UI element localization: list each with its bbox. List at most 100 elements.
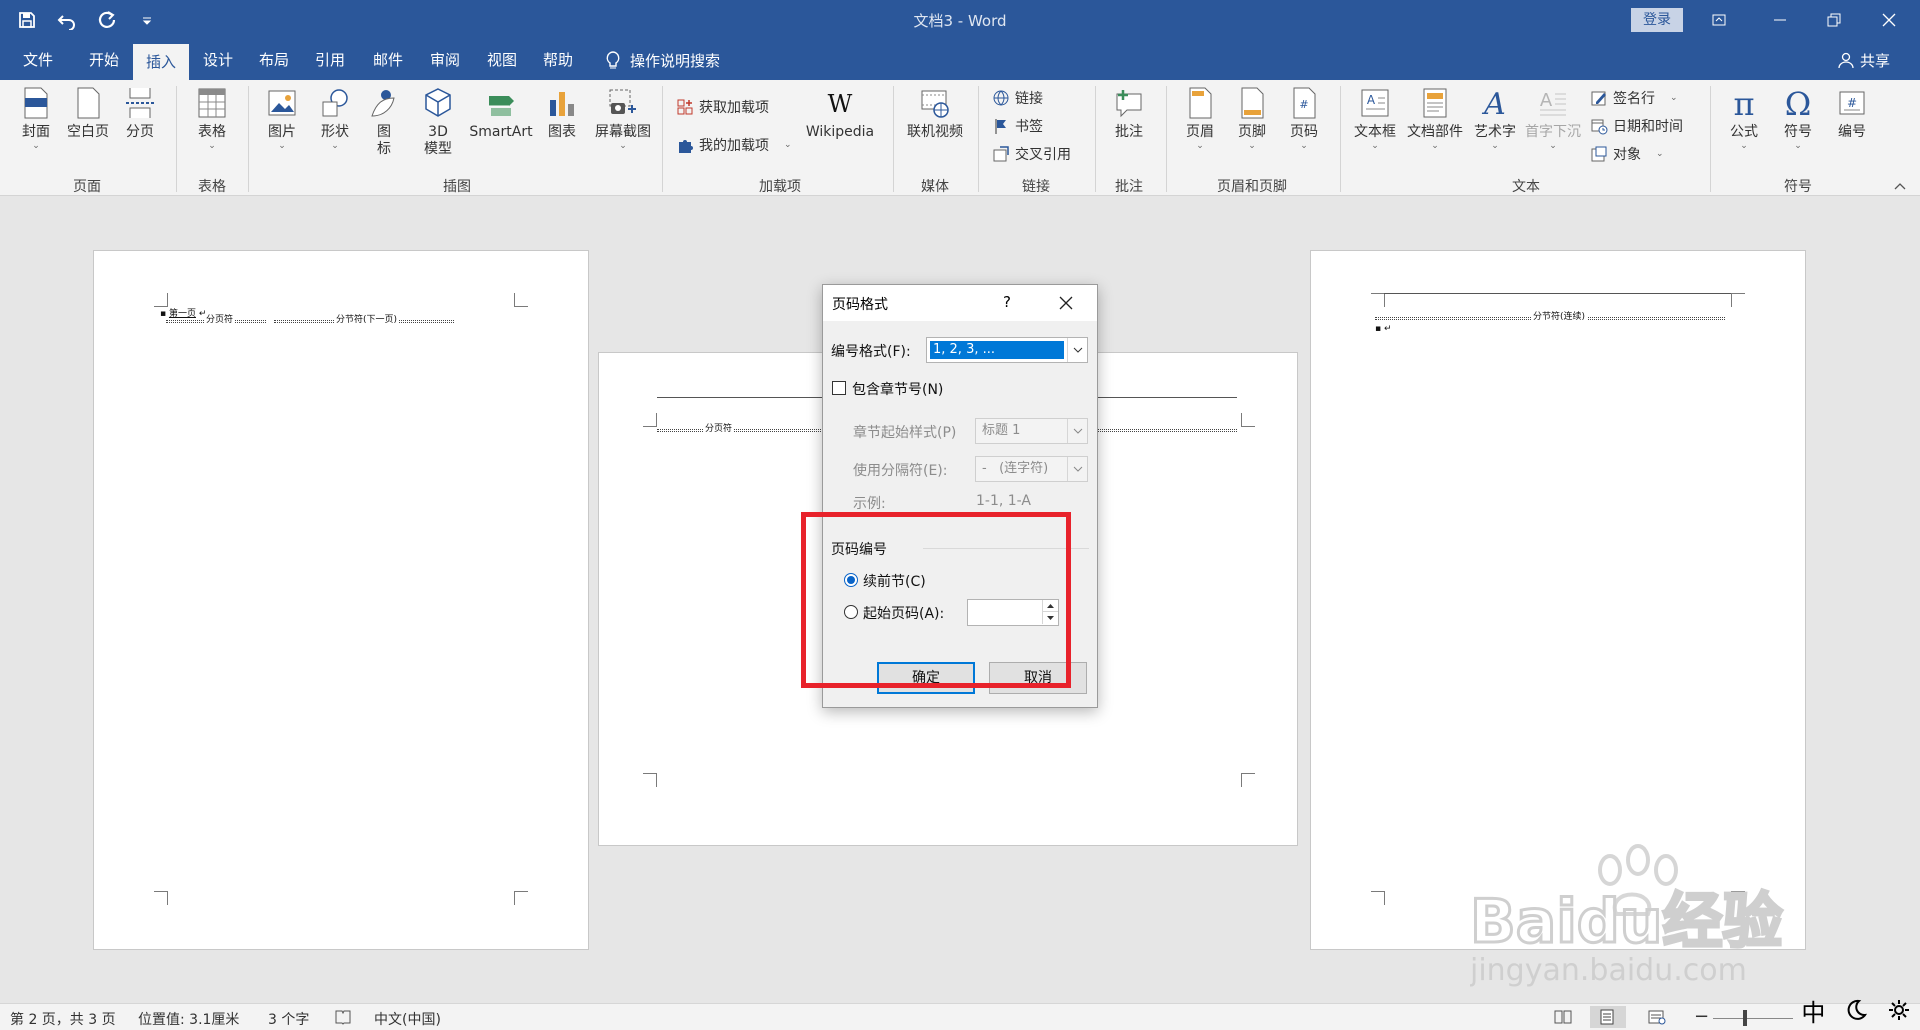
vertical-position-status[interactable]: 位置值: 3.1厘米 xyxy=(138,1009,239,1029)
gear-icon[interactable] xyxy=(1887,998,1911,1022)
header-button[interactable]: 页眉 ⌄ xyxy=(1180,84,1220,151)
tab-mailings[interactable]: 邮件 xyxy=(360,40,416,80)
wordart-label: 艺术字 xyxy=(1474,124,1516,140)
symbol-label: 符号 xyxy=(1784,124,1812,140)
footer-icon xyxy=(1234,84,1270,122)
example-value: 1-1, 1-A xyxy=(976,493,1031,509)
wikipedia-button[interactable]: W Wikipedia xyxy=(800,84,880,141)
tell-me-search[interactable]: 操作说明搜索 xyxy=(604,40,720,80)
page-number-button[interactable]: # 页码 ⌄ xyxy=(1284,84,1324,151)
chevron-down-icon xyxy=(1067,457,1087,481)
proofing-book-icon[interactable] xyxy=(334,1009,352,1025)
quick-parts-button[interactable]: 文档部件 ⌄ xyxy=(1404,84,1466,151)
language-status[interactable]: 中文(中国) xyxy=(374,1009,441,1029)
tab-file[interactable]: 文件 xyxy=(8,40,68,80)
include-chapter-checkbox[interactable] xyxy=(832,381,846,395)
3d-model-label: 3D 模型 xyxy=(424,124,452,157)
tab-references[interactable]: 引用 xyxy=(302,40,358,80)
object-button[interactable]: 对象 ⌄ xyxy=(1590,143,1664,165)
tab-review[interactable]: 审阅 xyxy=(417,40,473,80)
ribbon-display-options-icon[interactable] xyxy=(1696,4,1742,36)
share-button[interactable]: 共享 xyxy=(1838,40,1890,80)
ime-mode-label[interactable]: 中 xyxy=(1801,993,1825,1028)
textbox-icon: A xyxy=(1357,84,1393,122)
close-icon[interactable] xyxy=(1866,4,1912,36)
smartart-button[interactable]: SmartArt xyxy=(466,84,536,141)
page-number-label: 页码 xyxy=(1290,124,1318,140)
page-break-button[interactable]: 分页 xyxy=(120,84,160,141)
textbox-button[interactable]: A 文本框 ⌄ xyxy=(1350,84,1400,151)
icons-label: 图 标 xyxy=(377,124,391,157)
signature-line-label: 签名行 xyxy=(1613,91,1655,107)
moon-icon[interactable] xyxy=(1844,998,1868,1022)
my-addins-button[interactable]: 我的加载项 ⌄ xyxy=(676,134,792,156)
read-mode-icon[interactable] xyxy=(1554,1009,1572,1025)
header-label: 页眉 xyxy=(1186,124,1214,140)
tab-layout[interactable]: 布局 xyxy=(246,40,302,80)
symbol-button[interactable]: Ω 符号 ⌄ xyxy=(1776,84,1820,151)
web-layout-icon[interactable] xyxy=(1648,1009,1666,1025)
tab-insert[interactable]: 插入 xyxy=(133,44,189,80)
blank-page-icon xyxy=(70,84,106,122)
wordart-button[interactable]: A 艺术字 ⌄ xyxy=(1470,84,1520,151)
icons-button[interactable]: 图 标 xyxy=(368,84,400,158)
zoom-out-icon[interactable]: − xyxy=(1694,1006,1709,1027)
new-comment-button[interactable]: 批注 xyxy=(1104,84,1154,141)
tab-design[interactable]: 设计 xyxy=(190,40,246,80)
page1-section-break: 分节符(下一页) xyxy=(334,315,400,326)
chapter-style-label: 章节起始样式(P) xyxy=(853,425,957,441)
ime-toolbar: 中 xyxy=(1792,990,1920,1030)
bookmark-button[interactable]: 书签 xyxy=(992,115,1043,137)
document-page-1[interactable]: ▪ 第一页 ↵ 分页符 分节符(下一页) xyxy=(93,250,589,950)
number-format-select[interactable]: 1, 2, 3, ... xyxy=(926,337,1088,363)
group-label-header-footer: 页眉和页脚 xyxy=(1217,179,1287,195)
wordart-icon: A xyxy=(1477,84,1513,122)
tell-me-label: 操作说明搜索 xyxy=(630,51,721,70)
minimize-icon[interactable] xyxy=(1757,4,1803,36)
restore-icon[interactable] xyxy=(1811,4,1857,36)
dialog-help-button[interactable]: ? xyxy=(1003,293,1011,311)
chart-button[interactable]: 图表 xyxy=(542,84,582,141)
online-video-button[interactable]: 联机视频 xyxy=(902,84,968,141)
collapse-ribbon-icon[interactable] xyxy=(1893,180,1907,192)
print-layout-icon[interactable] xyxy=(1598,1009,1616,1025)
group-label-media: 媒体 xyxy=(921,179,949,195)
svg-text:#: # xyxy=(1847,96,1857,110)
word-count-status[interactable]: 3 个字 xyxy=(268,1009,309,1029)
zoom-slider-thumb[interactable] xyxy=(1743,1010,1747,1026)
shapes-button[interactable]: 形状 ⌄ xyxy=(313,84,357,151)
date-time-button[interactable]: 日期和时间 xyxy=(1590,115,1683,137)
picture-button[interactable]: 图片 ⌄ xyxy=(262,84,302,151)
tab-help[interactable]: 帮助 xyxy=(530,40,586,80)
link-button[interactable]: 链接 xyxy=(992,87,1043,109)
chevron-down-icon xyxy=(1067,419,1087,443)
separator-label: 使用分隔符(E): xyxy=(853,463,948,479)
drop-cap-button[interactable]: A 首字下沉 ⌄ xyxy=(1522,84,1584,151)
chapter-style-select[interactable]: 标题 1 xyxy=(975,418,1088,444)
signature-line-button[interactable]: 签名行 ⌄ xyxy=(1590,87,1678,109)
svg-text:A: A xyxy=(1481,87,1506,120)
dialog-title-bar: 页码格式 ? xyxy=(823,285,1097,321)
get-addins-button[interactable]: 获取加载项 xyxy=(676,96,769,118)
document-page-3[interactable]: 分节符(连续) ▪ ↵ xyxy=(1310,250,1806,950)
group-label-pages: 页面 xyxy=(73,179,101,195)
zoom-slider-track[interactable] xyxy=(1713,1018,1793,1019)
blank-page-button[interactable]: 空白页 xyxy=(64,84,112,141)
cover-page-button[interactable]: 封面 ⌄ xyxy=(16,84,56,151)
separator-select[interactable]: - (连字符) xyxy=(975,456,1088,482)
table-button[interactable]: 表格 ⌄ xyxy=(190,84,234,151)
footer-button[interactable]: 页脚 ⌄ xyxy=(1232,84,1272,151)
dialog-close-icon[interactable] xyxy=(1059,296,1073,310)
cross-reference-button[interactable]: 交叉引用 xyxy=(992,143,1071,165)
tab-view[interactable]: 视图 xyxy=(474,40,530,80)
3d-model-button[interactable]: 3D 模型 xyxy=(418,84,458,158)
screenshot-button[interactable]: 屏幕截图 ⌄ xyxy=(590,84,656,151)
tab-home[interactable]: 开始 xyxy=(76,40,132,80)
drop-cap-label: 首字下沉 xyxy=(1525,124,1581,140)
separator-value: - (连字符) xyxy=(982,461,1049,476)
page-count-status[interactable]: 第 2 页，共 3 页 xyxy=(10,1009,116,1029)
table-label: 表格 xyxy=(198,124,226,140)
login-button[interactable]: 登录 xyxy=(1631,8,1683,32)
numbering-button[interactable]: # 编号 xyxy=(1830,84,1874,141)
equation-button[interactable]: π 公式 ⌄ xyxy=(1722,84,1766,151)
